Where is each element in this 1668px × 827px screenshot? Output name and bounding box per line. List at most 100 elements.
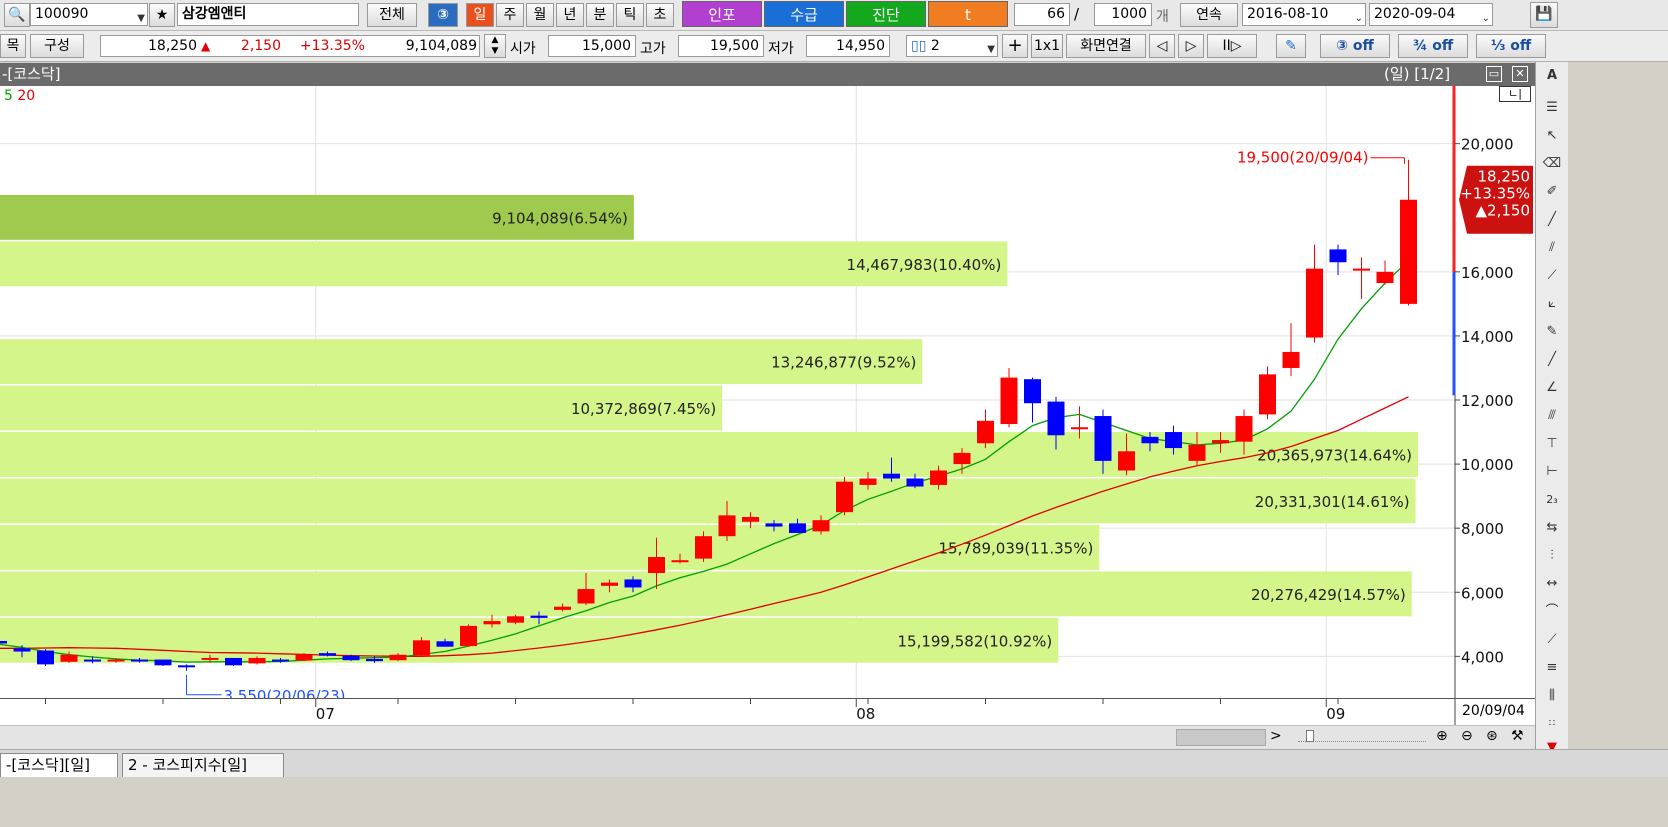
ray-icon[interactable]: ⟋ [1539, 264, 1565, 288]
chart-svg[interactable]: 9,104,089(6.54%) 14,467,983(10.40%) 13,246… [0, 86, 1535, 698]
period-button[interactable]: 초 [646, 3, 674, 27]
chevron-down-icon[interactable]: ▼ [987, 39, 995, 56]
retracement-icon[interactable]: ≡ [1539, 656, 1565, 680]
x-axis: 07 08 09 20/09/04 [0, 698, 1535, 726]
tools-icon[interactable]: ⚒ [1511, 728, 1524, 744]
tick-button[interactable]: t [928, 1, 1008, 27]
favorite-star-icon[interactable]: ★ [149, 3, 175, 27]
split-count: 2 [930, 38, 940, 54]
stock-code-input[interactable]: 100090 ▼ [30, 3, 148, 26]
off-toggle-2[interactable]: ¾ off [1398, 34, 1468, 58]
fan-icon[interactable]: ⟀ [1539, 292, 1565, 316]
arrows-icon[interactable]: ⇆ [1539, 516, 1565, 540]
pen-icon[interactable]: ✎ [1276, 34, 1306, 58]
ma-legend: 5 20 [4, 88, 35, 104]
continuous-button[interactable]: 연속 [1180, 3, 1238, 27]
search-icon[interactable]: 🔍 [4, 3, 30, 27]
arc-icon[interactable]: ⌒ [1539, 600, 1565, 624]
text-tool-icon[interactable]: A [1539, 64, 1565, 88]
prev-icon[interactable]: ◁ [1149, 34, 1175, 58]
price-marker-text: ▲2,150 [1476, 202, 1530, 220]
vertical-line-icon[interactable]: ⊢ [1539, 460, 1565, 484]
period-button[interactable]: 일 [466, 3, 494, 27]
period-button[interactable]: 분 [586, 3, 614, 27]
screen-link-button[interactable]: 화면연결 [1066, 34, 1146, 58]
candle-body [483, 621, 501, 625]
date-from-input[interactable]: 2016-08-10 ⌄ [1242, 3, 1366, 26]
y-tick-label: 14,000 [1461, 328, 1514, 346]
fibonacci-icon[interactable]: ⫶ [1539, 544, 1565, 568]
zoom-out-icon[interactable]: ⊖ [1461, 728, 1473, 744]
zoom-reset-icon[interactable]: ⊛ [1486, 728, 1498, 744]
chevron-down-icon[interactable]: ⌄ [1355, 8, 1363, 25]
candlestick-chart[interactable]: 9,104,089(6.54%) 14,467,983(10.40%) 13,246… [0, 86, 1535, 698]
pen-draw-icon[interactable]: ✎ [1539, 320, 1565, 344]
gann-fan-icon[interactable]: ⟋ [1539, 628, 1565, 652]
wave-icon[interactable]: 2₃ [1539, 488, 1565, 512]
info-button[interactable]: 인포 [682, 1, 762, 27]
zoom-slider-handle[interactable] [1306, 730, 1314, 742]
period-button[interactable]: 년 [556, 3, 584, 27]
layout-button[interactable]: 1x1 [1031, 34, 1063, 58]
eraser-icon[interactable]: ✐ [1539, 180, 1565, 204]
diagnosis-button[interactable]: 진단 [846, 1, 926, 27]
maximize-icon[interactable]: ▭ [1486, 66, 1502, 82]
zoom-in-icon[interactable]: ⊕ [1436, 728, 1448, 744]
erase-all-icon[interactable]: ⌫ [1539, 152, 1565, 176]
next-icon[interactable]: ▷ [1178, 34, 1204, 58]
scrollbar-thumb[interactable] [1176, 729, 1266, 746]
tab-kosdaq[interactable]: -[코스닥][일] [0, 753, 118, 777]
timezone-icon[interactable]: ⫼ [1539, 684, 1565, 708]
refresh-3-icon[interactable]: ③ [428, 3, 458, 27]
candle-body [1259, 374, 1276, 415]
date-to-input[interactable]: 2020-09-04 ⌄ [1369, 3, 1493, 26]
off-label: off [1432, 38, 1454, 54]
candle-body [1376, 271, 1394, 284]
zoom-slider[interactable] [1298, 730, 1426, 742]
count-input[interactable]: 66 [1014, 3, 1070, 26]
projection-icon[interactable]: ∷ [1539, 712, 1565, 736]
pointer-icon[interactable]: ↖ [1539, 124, 1565, 148]
split-select[interactable]: ▯▯ 2 ▼ [906, 35, 998, 57]
save-icon[interactable]: 💾 [1530, 2, 1558, 28]
candle-body [1306, 268, 1323, 338]
compose-button[interactable]: 구성 [30, 34, 84, 58]
lower-panel [0, 777, 1668, 827]
price-marker-text: +13.35% [1460, 185, 1530, 203]
supply-button[interactable]: 수급 [764, 1, 844, 27]
all-button[interactable]: 전체 [367, 3, 417, 27]
off-toggle-1[interactable]: ③ off [1320, 34, 1390, 58]
channel-icon[interactable]: ⫽ [1539, 236, 1565, 260]
volume-profile-label: 15,199,582(10.92%) [897, 632, 1052, 650]
candle-body [601, 582, 618, 586]
horizontal-line-icon[interactable]: ⊤ [1539, 432, 1565, 456]
candle-body [0, 640, 7, 644]
candle-body [742, 516, 759, 522]
parallel-icon[interactable]: ⫻ [1539, 404, 1565, 428]
spin-updown-icon[interactable]: ▲ ▼ [484, 34, 506, 58]
trendline-icon[interactable]: ╱ [1539, 208, 1565, 232]
price-marker-text: 18,250 [1478, 168, 1531, 186]
angle-icon[interactable]: ∠ [1539, 376, 1565, 400]
scroll-right-icon[interactable]: > [1270, 728, 1282, 744]
chevron-down-icon[interactable]: ▼ [137, 8, 145, 25]
candle-body [554, 606, 571, 610]
list-icon[interactable]: ☰ [1539, 96, 1565, 120]
stock-name-field[interactable]: 삼강엠앤티 [177, 3, 359, 26]
close-icon[interactable]: ✕ [1512, 66, 1528, 82]
axis-toggle-icon[interactable]: ㄴ| [1499, 86, 1531, 102]
chevron-down-icon[interactable]: ⌄ [1482, 8, 1490, 25]
off-toggle-3[interactable]: ⅓ off [1476, 34, 1546, 58]
y-tick-label: 20,000 [1461, 136, 1514, 154]
play-icon[interactable]: II▷ [1207, 34, 1257, 58]
item-button[interactable]: 목 [0, 34, 26, 58]
period-button[interactable]: 주 [496, 3, 524, 27]
crosshair-icon[interactable]: + [1002, 34, 1028, 58]
total-input[interactable]: 1000 [1094, 3, 1152, 26]
line-icon[interactable]: ╱ [1539, 348, 1565, 372]
tab-kospi[interactable]: 2 - 코스피지수[일] [122, 753, 284, 777]
period-button[interactable]: 월 [526, 3, 554, 27]
range-icon[interactable]: ↔ [1539, 572, 1565, 596]
candle-body [1400, 199, 1417, 304]
period-button[interactable]: 틱 [616, 3, 644, 27]
